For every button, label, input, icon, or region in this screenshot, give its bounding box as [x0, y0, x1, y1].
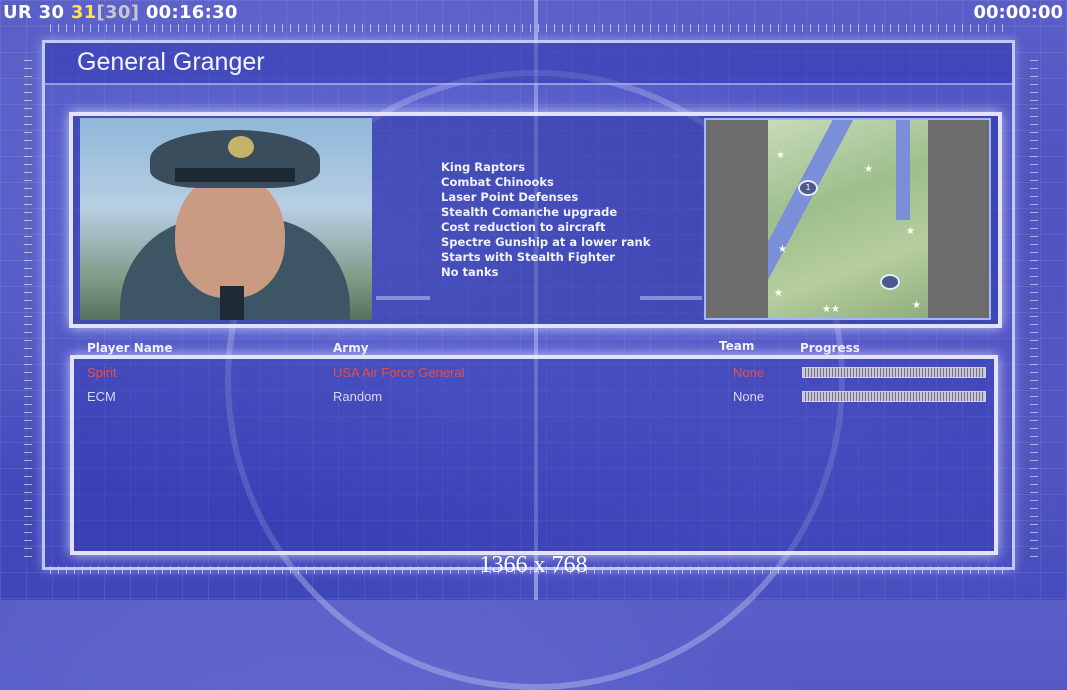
player-team: None	[733, 389, 765, 404]
overlay-bracket-value: [30]	[96, 2, 140, 23]
map-river	[896, 120, 910, 220]
player-name: Spirit	[87, 365, 117, 380]
player-army: USA Air Force General	[333, 365, 465, 380]
player-team: None	[733, 365, 765, 380]
feature-item: Combat Chinooks	[441, 175, 554, 189]
portrait-tie	[220, 286, 244, 320]
portrait-face	[175, 173, 285, 298]
cap-badge-icon	[228, 136, 254, 158]
feature-item: Stealth Comanche upgrade	[441, 205, 618, 219]
feature-item: King Raptors	[441, 160, 526, 174]
map-preview: 1 ★ ★ ★ ★ ★ ★★ ★	[768, 120, 928, 318]
portrait-cap-band	[175, 168, 295, 182]
player-army: Random	[333, 389, 383, 404]
ruler-right	[1030, 60, 1038, 560]
header-team: Team	[719, 339, 755, 353]
overlay-prefix: UR 30	[3, 2, 65, 23]
supply-star-icon: ★	[778, 244, 787, 255]
divider-line	[640, 296, 702, 300]
overlay-timer: 00:00:00	[973, 2, 1063, 23]
supply-star-icon: ★	[774, 288, 783, 299]
supply-star-icon: ★	[864, 164, 873, 175]
player-name: ECM	[87, 389, 116, 404]
feature-item: Spectre Gunship at a lower rank	[441, 235, 651, 249]
general-title: General Granger	[77, 48, 265, 76]
feature-item: Cost reduction to aircraft	[441, 220, 606, 234]
supply-star-icon: ★	[906, 226, 915, 237]
header-progress: Progress	[800, 341, 860, 355]
general-portrait	[80, 118, 372, 320]
fps-overlay: UR 30 31[30] 00:16:30	[3, 2, 238, 23]
supply-star-icon: ★	[776, 150, 785, 161]
resolution-label: 1366 x 768	[479, 552, 588, 578]
supply-star-icon: ★★	[822, 304, 840, 315]
feature-item: Laser Point Defenses	[441, 190, 579, 204]
players-panel	[70, 355, 998, 555]
overlay-highlight: 31	[70, 2, 97, 23]
overlay-elapsed: 00:16:30	[145, 2, 238, 23]
start-position-marker: 1	[798, 180, 818, 196]
ruler-left	[24, 60, 32, 560]
supply-star-icon: ★	[912, 300, 921, 311]
feature-item: Starts with Stealth Fighter	[441, 250, 615, 264]
general-features-list: King Raptors Combat Chinooks Laser Point…	[441, 160, 650, 280]
player-progress-bar	[802, 367, 986, 378]
player-progress-bar	[802, 391, 986, 402]
divider-line	[376, 296, 430, 300]
header-player-name: Player Name	[87, 341, 173, 355]
ruler-top	[50, 24, 1010, 32]
start-position-marker	[880, 274, 900, 290]
header-army: Army	[333, 341, 369, 355]
feature-item: No tanks	[441, 265, 499, 279]
